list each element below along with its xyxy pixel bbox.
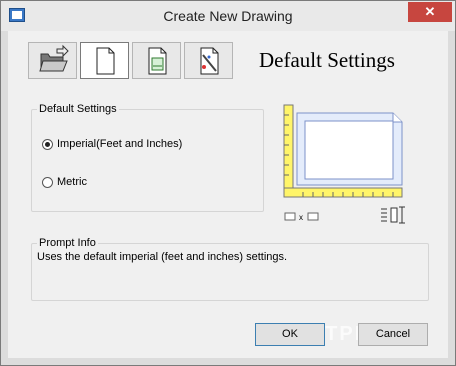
- radio-selected-icon[interactable]: [42, 138, 53, 150]
- metric-radio[interactable]: Metric: [42, 176, 87, 188]
- dialog-client: Default Settings Default Settings Imperi…: [8, 31, 448, 358]
- metric-label: Metric: [57, 176, 87, 188]
- prompt-info-group: Prompt Info Uses the default imperial (f…: [31, 237, 429, 301]
- wizard-page-icon: [200, 47, 219, 75]
- radio-unselected-icon[interactable]: [42, 176, 53, 188]
- svg-text:x: x: [299, 213, 303, 222]
- blank-page-icon: [96, 47, 115, 75]
- sheet-preview-image: x: [283, 104, 405, 224]
- use-template-button[interactable]: [132, 42, 181, 79]
- imperial-label: Imperial(Feet and Inches): [57, 138, 183, 150]
- open-drawing-button[interactable]: [28, 42, 77, 79]
- close-button[interactable]: ✕: [408, 2, 452, 22]
- use-wizard-button[interactable]: [184, 42, 233, 79]
- folder-open-icon: [39, 44, 69, 72]
- page-heading: Default Settings: [259, 48, 395, 72]
- cancel-button[interactable]: Cancel: [358, 323, 428, 346]
- group-legend: Default Settings: [39, 103, 117, 115]
- default-settings-button[interactable]: [80, 42, 129, 79]
- default-settings-group: Default Settings Imperial(Feet and Inche…: [31, 103, 264, 212]
- ok-button[interactable]: OK: [255, 323, 325, 346]
- window-title: Create New Drawing: [163, 8, 293, 24]
- template-page-icon: [148, 47, 167, 75]
- imperial-radio[interactable]: Imperial(Feet and Inches): [42, 138, 182, 150]
- title-bar: Create New Drawing ✕: [1, 1, 455, 31]
- group-legend: Prompt Info: [39, 237, 96, 249]
- prompt-text: Uses the default imperial (feet and inch…: [37, 251, 288, 263]
- dialog-window: Create New Drawing ✕ Default Settings De…: [0, 0, 456, 366]
